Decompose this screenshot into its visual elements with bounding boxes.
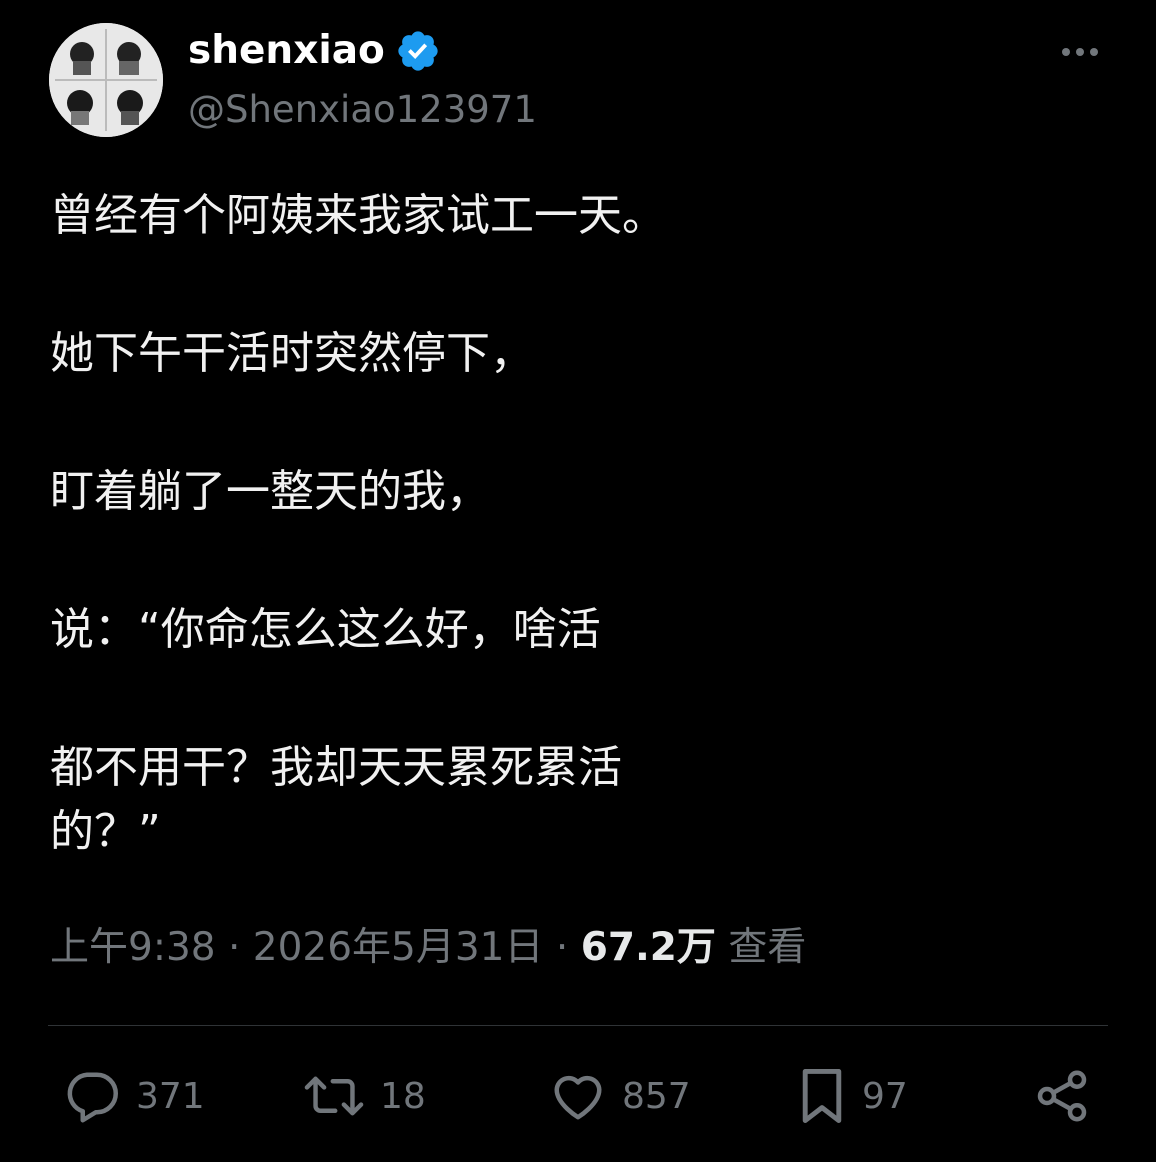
- bookmark-button[interactable]: 97: [796, 1064, 908, 1128]
- verified-badge-icon: [395, 28, 441, 74]
- reply-count: 371: [136, 1075, 205, 1117]
- retweet-icon: [304, 1076, 364, 1116]
- meta-separator: ·: [543, 925, 581, 970]
- divider: [48, 1025, 1108, 1026]
- author-display-name[interactable]: shenxiao: [188, 26, 385, 76]
- heart-icon: [554, 1075, 602, 1120]
- tweet-date[interactable]: 2026年5月31日: [253, 925, 544, 970]
- avatar[interactable]: [49, 23, 163, 137]
- tweet-paragraph: 说：“你命怎么这么好，啥活: [50, 604, 601, 655]
- bookmark-icon: [802, 1069, 842, 1123]
- tweet-paragraph: 曾经有个阿姨来我家试工一天。: [50, 190, 666, 241]
- avatar-image: [49, 23, 163, 137]
- like-button[interactable]: 857: [548, 1064, 691, 1128]
- meta-separator: ·: [215, 925, 253, 970]
- views-count[interactable]: 67.2万: [581, 925, 716, 970]
- tweet-meta: 上午9:38 · 2026年5月31日 · 67.2万 查看: [50, 920, 806, 976]
- tweet-paragraph: 她下午干活时突然停下，: [50, 328, 534, 379]
- tweet-paragraph: 都不用干？我却天天累死累活 的？”: [50, 742, 622, 857]
- more-icon: [1062, 48, 1098, 56]
- author-name-row[interactable]: shenxiao: [188, 26, 441, 76]
- reply-icon: [67, 1072, 118, 1123]
- author-handle[interactable]: @Shenxiao123971: [188, 86, 537, 134]
- tweet-time[interactable]: 上午9:38: [50, 925, 216, 970]
- views-label: 查看: [728, 925, 807, 970]
- share-icon: [1037, 1070, 1087, 1122]
- like-count: 857: [622, 1075, 691, 1117]
- tweet-paragraph: 盯着躺了一整天的我，: [50, 466, 490, 517]
- bookmark-count: 97: [862, 1075, 908, 1117]
- retweet-count: 18: [380, 1075, 426, 1117]
- retweet-button[interactable]: 18: [302, 1064, 426, 1128]
- reply-button[interactable]: 371: [62, 1064, 205, 1128]
- more-options-button[interactable]: [1056, 40, 1104, 64]
- share-button[interactable]: [1032, 1064, 1092, 1128]
